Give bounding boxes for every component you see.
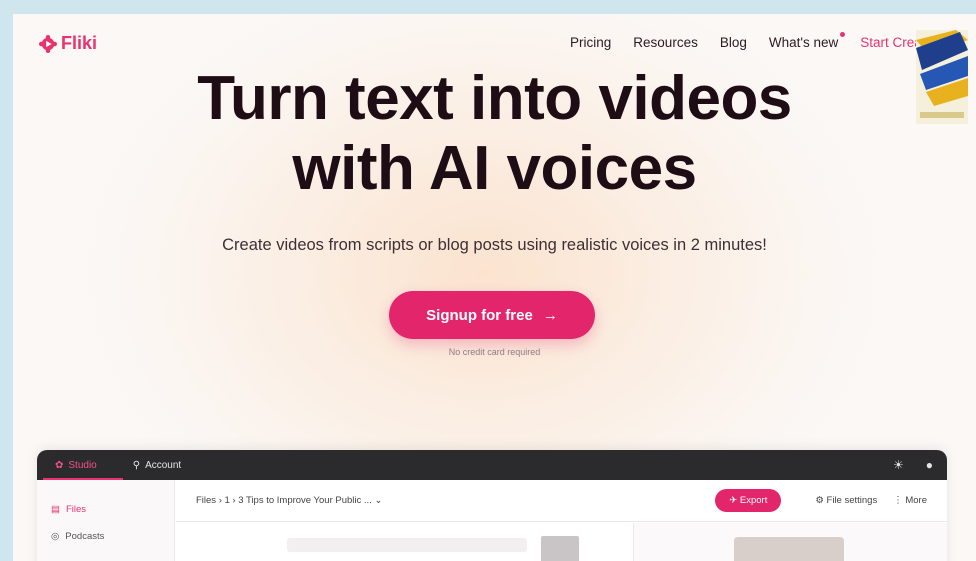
signup-button[interactable]: Signup for free → <box>389 291 595 339</box>
nav-whats-new-label: What's new <box>768 35 839 50</box>
fliki-logo-icon <box>39 34 57 53</box>
hero-title-line-1: Turn text into videos <box>197 64 792 133</box>
rocket-icon: ✈ <box>729 495 738 506</box>
video-preview-panel <box>633 523 947 561</box>
export-button-label: Export <box>739 495 768 506</box>
tab-account[interactable]: ⚲ Account <box>133 460 181 471</box>
app-preview: ✿ Studio ⚲ Account ☀ ● ▤ Files ◎ Podcast… <box>37 450 947 561</box>
studio-icon: ✿ <box>55 459 64 471</box>
nav-resources[interactable]: Resources <box>633 35 698 50</box>
hero-title-line-2: with AI voices <box>292 134 697 203</box>
scene-thumbnail[interactable] <box>541 536 579 561</box>
new-indicator-dot <box>840 32 846 37</box>
help-icon[interactable]: ● <box>926 458 933 472</box>
gear-icon: ⚙ <box>815 495 824 506</box>
video-preview-image <box>734 537 844 561</box>
sidebar-item-podcasts-label: Podcasts <box>65 531 105 542</box>
file-settings-button[interactable]: ⚙ File settings <box>815 495 877 506</box>
sidebar-item-files[interactable]: ▤ Files <box>37 496 174 523</box>
page: Fliki Pricing Resources Blog What's new … <box>13 14 976 561</box>
nav-pricing[interactable]: Pricing <box>570 35 611 50</box>
app-top-bar: ✿ Studio ⚲ Account ☀ ● <box>37 450 947 480</box>
signup-button-label: Signup for free <box>426 306 533 324</box>
app-body: ▤ Files ◎ Podcasts Files › 1 › 3 Tips to… <box>37 480 947 561</box>
tab-account-label: Account <box>145 459 182 471</box>
arrow-right-icon: → <box>542 306 558 324</box>
scene-text-field[interactable] <box>287 538 527 552</box>
tab-studio-label: Studio <box>68 459 97 471</box>
files-icon: ▤ <box>51 504 60 515</box>
nav-whats-new[interactable]: What's new <box>768 32 846 50</box>
app-toolbar: Files › 1 › 3 Tips to Improve Your Publi… <box>176 480 947 522</box>
breadcrumb[interactable]: Files › 1 › 3 Tips to Improve Your Publi… <box>196 495 715 506</box>
hero-subtitle: Create videos from scripts or blog posts… <box>222 236 767 254</box>
file-settings-label: File settings <box>826 495 878 506</box>
fliki-logo[interactable]: Fliki <box>39 33 97 54</box>
app-sidebar: ▤ Files ◎ Podcasts <box>37 480 175 561</box>
no-credit-card-note: No credit card required <box>448 347 541 357</box>
hero-title: Turn text into videos with AI voices <box>13 64 976 204</box>
more-label: More <box>905 495 927 506</box>
more-icon: ⋮ <box>893 495 903 506</box>
sidebar-item-files-label: Files <box>65 504 87 515</box>
account-icon: ⚲ <box>132 459 141 471</box>
top-nav: Pricing Resources Blog What's new Start … <box>570 32 936 50</box>
theme-toggle-icon[interactable]: ☀ <box>893 458 904 472</box>
app-bar-icons: ☀ ● <box>893 458 933 472</box>
more-button[interactable]: ⋮ More <box>893 495 927 506</box>
nav-blog[interactable]: Blog <box>720 35 747 50</box>
sidebar-item-podcasts[interactable]: ◎ Podcasts <box>37 523 174 550</box>
tab-studio[interactable]: ✿ Studio <box>55 460 97 471</box>
logo-text: Fliki <box>61 33 98 53</box>
podcasts-icon: ◎ <box>51 531 60 542</box>
export-button[interactable]: ✈ Export <box>715 489 782 512</box>
